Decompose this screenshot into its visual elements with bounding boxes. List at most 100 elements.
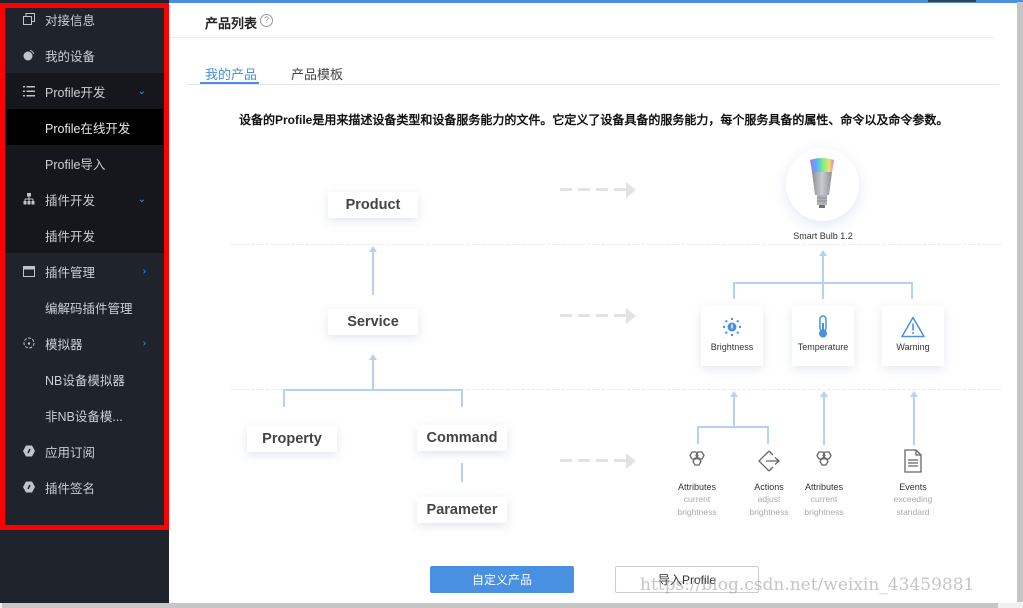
connector (697, 426, 699, 444)
sidebar-item-app-subscription[interactable]: 应用订阅 (5, 433, 164, 469)
hexagon-icon (22, 444, 36, 458)
connector (697, 426, 769, 428)
list-icon (22, 84, 36, 98)
thermometer-icon (819, 315, 827, 338)
sidebar-item-plugin-dev-sub[interactable]: 插件开发 (5, 217, 164, 253)
horizontal-scrollbar[interactable] (0, 603, 1017, 608)
vertical-scrollbar[interactable] (1017, 2, 1023, 608)
sidebar-item-label: 模拟器 (45, 337, 83, 352)
device-icon (22, 48, 36, 62)
org-chart-icon (22, 192, 36, 206)
leaf-subtitle: exceeding (893, 494, 933, 504)
service-card-temperature: Temperature (792, 306, 854, 366)
scrollbar-thumb[interactable] (2, 603, 998, 608)
simulator-icon (22, 336, 36, 350)
leaf-attributes: Attributes current brightness (789, 448, 859, 518)
sidebar-item-plugin-signature[interactable]: 插件签名 (5, 469, 164, 505)
connector (822, 254, 824, 299)
help-icon[interactable]: ? (260, 14, 273, 27)
smart-bulb-image (786, 148, 859, 221)
light-bulb-icon (810, 158, 834, 208)
hexagon-cluster-icon (816, 451, 832, 466)
hexagon-icon (22, 480, 36, 494)
property-box: Property (247, 426, 337, 452)
sidebar-item-profile-dev[interactable]: Profile开发 ⌄ (5, 73, 164, 109)
sidebar-item-simulator[interactable]: 模拟器 › (5, 325, 164, 361)
sidebar-item-label: 我的设备 (45, 49, 96, 64)
sidebar-item-my-devices[interactable]: 我的设备 (5, 37, 164, 73)
connector (911, 282, 913, 299)
connector (733, 282, 913, 284)
sidebar-item-plugin-management[interactable]: 插件管理 › (5, 253, 164, 289)
sidebar-item-label: 插件开发 (45, 193, 96, 208)
sidebar-item-label: Profile开发 (45, 85, 106, 100)
connector (461, 389, 463, 407)
sidebar-item-label: 插件管理 (45, 265, 96, 280)
connector (913, 395, 915, 445)
tab-my-products[interactable]: 我的产品 (205, 64, 257, 83)
leaf-subtitle: standard (896, 507, 930, 517)
connector (283, 389, 463, 391)
sidebar-item-label: 应用订阅 (45, 445, 96, 460)
sidebar-item-label: 插件签名 (45, 481, 96, 496)
chevron-right-icon: › (142, 337, 146, 349)
scrollbar-thumb[interactable] (1017, 2, 1023, 602)
tab-bar: 我的产品 产品模板 (186, 55, 999, 85)
sidebar-item-nb-simulator[interactable]: NB设备模拟器 (5, 361, 164, 397)
leaf-subtitle: current (683, 494, 711, 504)
sidebar-item-label: NB设备模拟器 (45, 373, 125, 388)
sidebar-item-label: 插件开发 (45, 229, 96, 244)
hexagon-cluster-icon (689, 451, 705, 466)
service-card-warning: Warning (882, 306, 944, 366)
connector (767, 426, 769, 444)
action-arrow-icon (758, 450, 780, 472)
dashed-arrow-icon (560, 453, 636, 469)
chevron-right-icon: › (142, 265, 146, 277)
service-card-brightness: Brightness (701, 306, 763, 366)
leaf-attributes: Attributes current brightness (662, 448, 732, 518)
tab-product-templates[interactable]: 产品模板 (291, 64, 343, 83)
service-label: Warning (896, 342, 930, 352)
leaf-title: Attributes (677, 482, 717, 492)
page-header: 产品列表 ? (169, 3, 994, 38)
main-content: 产品列表 ? 我的产品 产品模板 设备的Profile是用来描述设备类型和设备服… (169, 3, 1001, 603)
leaf-subtitle: brightness (804, 507, 844, 517)
connector (733, 395, 735, 427)
window-icon (22, 12, 36, 26)
service-box: Service (328, 309, 418, 335)
sidebar-item-profile-online-dev[interactable]: Profile在线开发 (5, 109, 164, 145)
leaf-title: Attributes (804, 482, 844, 492)
sidebar-item-docking-info[interactable]: 对接信息 (5, 1, 164, 37)
sidebar-item-plugin-dev[interactable]: 插件开发 ⌄ (5, 181, 164, 217)
connector (823, 395, 825, 445)
profile-description: 设备的Profile是用来描述设备类型和设备服务能力的文件。它定义了设备具备的服… (239, 113, 949, 127)
sidebar-item-label: 非NB设备模... (45, 409, 123, 424)
top-bar-segment (928, 0, 976, 2)
sidebar-item-profile-import[interactable]: Profile导入 (5, 145, 164, 181)
connector (283, 389, 285, 407)
parameter-box: Parameter (417, 497, 507, 523)
dashed-arrow-icon (560, 182, 636, 198)
command-box: Command (417, 425, 507, 451)
chevron-down-icon: ⌄ (137, 193, 146, 205)
connector (461, 463, 463, 482)
product-box: Product (328, 192, 418, 218)
sidebar-item-label: Profile导入 (45, 157, 106, 172)
service-label: Temperature (797, 342, 849, 352)
document-icon (904, 449, 922, 473)
leaf-title: Events (899, 482, 927, 492)
sidebar-item-codec-plugin-management[interactable]: 编解码插件管理 (5, 289, 164, 325)
device-name: Smart Bulb 1.2 (793, 231, 853, 241)
connector (372, 358, 374, 390)
sidebar-item-non-nb-simulator[interactable]: 非NB设备模... (5, 397, 164, 433)
connector (733, 282, 735, 299)
import-profile-button[interactable]: 导入Profile (615, 566, 759, 593)
active-tab-indicator (200, 82, 259, 84)
leaf-subtitle: current (810, 494, 838, 504)
chevron-down-icon: ⌄ (137, 85, 146, 97)
page-title: 产品列表 (205, 16, 258, 31)
sidebar-item-label: Profile在线开发 (45, 121, 131, 136)
custom-product-button[interactable]: 自定义产品 (430, 566, 574, 593)
warning-icon (901, 316, 925, 338)
divider (231, 244, 1001, 245)
